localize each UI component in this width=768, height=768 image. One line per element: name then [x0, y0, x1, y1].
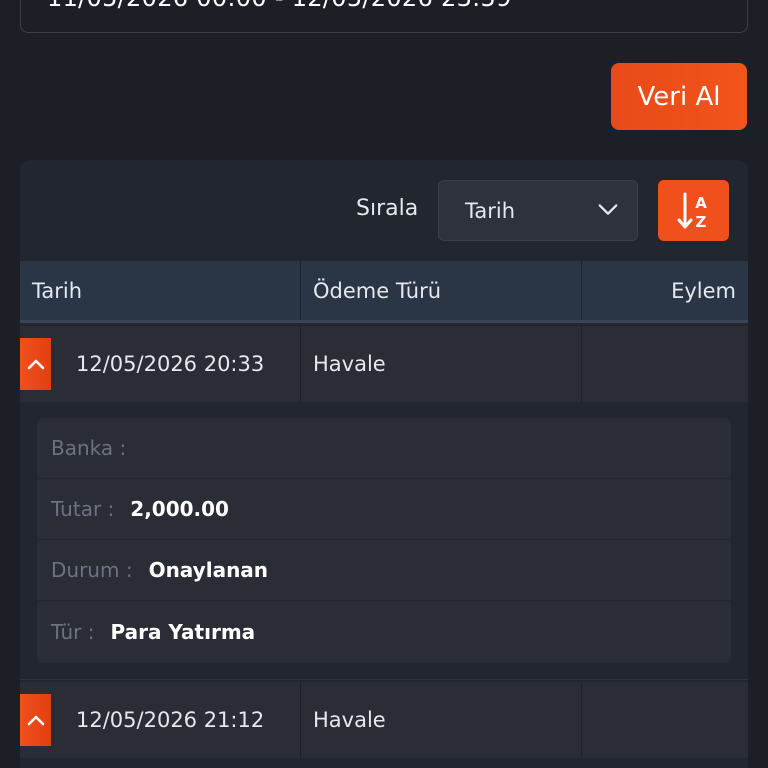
sort-az-icon: A Z [677, 192, 707, 231]
detail-label: Tür : [51, 619, 95, 644]
row-detail-panel: Banka : Tutar : 2,000.00 Durum : Onaylan… [20, 402, 748, 680]
detail-value: Para Yatırma [110, 619, 256, 644]
row-detail-list: Banka : Tutar : 2,000.00 Durum : Onaylan… [37, 418, 731, 663]
column-header-payment-type[interactable]: Ödeme Türü [301, 261, 582, 320]
row-payment-type-cell: Havale [301, 326, 582, 402]
chevron-up-icon [27, 359, 44, 370]
detail-value: Onaylanan [148, 558, 269, 582]
table-row[interactable]: 12/05/2026 20:33 Havale [20, 326, 748, 402]
row-action-cell [582, 682, 748, 758]
detail-item-amount: Tutar : 2,000.00 [37, 479, 731, 540]
row-payment-type: Havale [313, 708, 386, 732]
sort-label: Sırala [356, 196, 419, 221]
row-date-cell: 12/05/2026 20:33 [20, 326, 301, 402]
row-date: 12/05/2026 20:33 [76, 352, 265, 376]
detail-label: Durum : [51, 558, 133, 582]
detail-item-type: Tür : Para Yatırma [37, 601, 731, 662]
table-header: Tarih Ödeme Türü Eylem [20, 261, 748, 323]
row-payment-type-cell: Havale [301, 682, 582, 758]
row-action-cell [582, 326, 748, 402]
detail-label: Tutar : [51, 497, 115, 521]
column-header-date[interactable]: Tarih [20, 261, 301, 320]
detail-item-bank: Banka : [37, 418, 731, 479]
transactions-panel: Sırala Tarih A Z Tarih Ödeme Türü Eylem [20, 160, 748, 768]
fetch-data-button[interactable]: Veri Al [611, 63, 747, 130]
sort-selected-value: Tarih [465, 198, 515, 223]
chevron-up-icon [27, 715, 44, 726]
svg-text:Z: Z [695, 213, 706, 231]
sort-direction-button[interactable]: A Z [658, 180, 729, 241]
detail-item-status: Durum : Onaylanan [37, 540, 731, 601]
table-row[interactable]: 12/05/2026 21:12 Havale [20, 682, 748, 758]
sort-select[interactable]: Tarih [438, 180, 638, 241]
sort-bar: Sırala Tarih A Z [20, 160, 748, 260]
chevron-down-icon [598, 204, 618, 215]
date-range-field[interactable]: 11/05/2026 00:00 - 12/05/2026 23:59 [20, 0, 748, 33]
row-date: 12/05/2026 21:12 [76, 708, 265, 732]
detail-label: Banka : [51, 436, 127, 460]
svg-text:A: A [695, 194, 707, 212]
row-date-cell: 12/05/2026 21:12 [20, 682, 301, 758]
collapse-toggle-button[interactable] [20, 338, 51, 390]
column-header-action: Eylem [671, 278, 736, 303]
detail-value: 2,000.00 [130, 497, 229, 521]
date-range-value: 11/05/2026 00:00 - 12/05/2026 23:59 [47, 0, 512, 12]
row-payment-type: Havale [313, 352, 386, 376]
collapse-toggle-button[interactable] [20, 694, 51, 746]
